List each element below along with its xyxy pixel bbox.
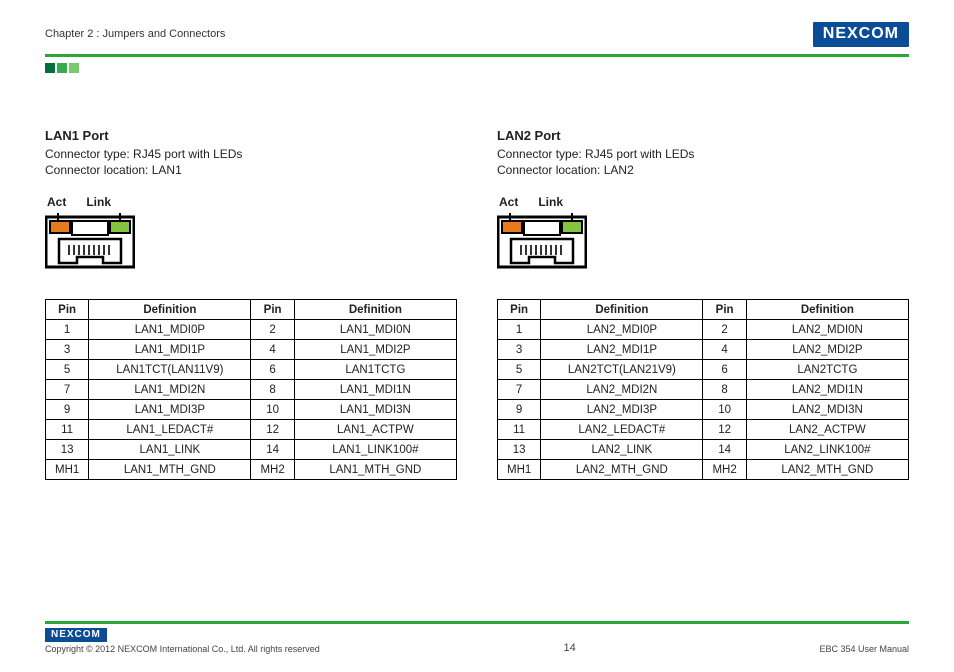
rj45-jack-icon (497, 211, 587, 271)
jack-label-act: Act (499, 195, 518, 209)
page-footer: NEXCOM Copyright © 2012 NEXCOM Internati… (45, 621, 909, 654)
pin-definition-table: Pin Definition Pin Definition 1 LAN2_MDI… (497, 299, 909, 480)
header-rule (45, 54, 909, 57)
port-title: LAN2 Port (497, 128, 909, 143)
brand-logo: NEXCOM (813, 22, 909, 47)
lan1-column: LAN1 Port Connector type: RJ45 port with… (45, 128, 457, 480)
table-row: 5 LAN1TCT(LAN11V9) 6 LAN1TCTG (46, 360, 457, 380)
connector-location: Connector location: LAN1 (45, 163, 457, 177)
connector-type: Connector type: RJ45 port with LEDs (497, 147, 909, 161)
connector-type: Connector type: RJ45 port with LEDs (45, 147, 457, 161)
accent-squares (45, 63, 909, 73)
page-header: Chapter 2 : Jumpers and Connectors NEXCO… (45, 20, 909, 48)
footer-left: NEXCOM Copyright © 2012 NEXCOM Internati… (45, 628, 320, 654)
table-row: 11 LAN1_LEDACT# 12 LAN1_ACTPW (46, 420, 457, 440)
rj45-jack-icon (45, 211, 135, 271)
copyright-text: Copyright © 2012 NEXCOM International Co… (45, 644, 320, 654)
table-row: 1 LAN2_MDI0P 2 LAN2_MDI0N (498, 320, 909, 340)
port-title: LAN1 Port (45, 128, 457, 143)
manual-name: EBC 354 User Manual (819, 644, 909, 654)
table-row: 3 LAN2_MDI1P 4 LAN2_MDI2P (498, 340, 909, 360)
table-row: 13 LAN1_LINK 14 LAN1_LINK100# (46, 440, 457, 460)
page-number: 14 (320, 642, 820, 654)
chapter-title: Chapter 2 : Jumpers and Connectors (45, 28, 225, 40)
pin-definition-table: Pin Definition Pin Definition 1 LAN1_MDI… (45, 299, 457, 480)
footer-logo: NEXCOM (45, 628, 107, 642)
table-row: 9 LAN1_MDI3P 10 LAN1_MDI3N (46, 400, 457, 420)
table-row: MH1 LAN2_MTH_GND MH2 LAN2_MTH_GND (498, 460, 909, 480)
table-row: 1 LAN1_MDI0P 2 LAN1_MDI0N (46, 320, 457, 340)
jack-label-link: Link (538, 195, 563, 209)
table-row: 5 LAN2TCT(LAN21V9) 6 LAN2TCTG (498, 360, 909, 380)
table-row: 3 LAN1_MDI1P 4 LAN1_MDI2P (46, 340, 457, 360)
table-row: 9 LAN2_MDI3P 10 LAN2_MDI3N (498, 400, 909, 420)
table-row: MH1 LAN1_MTH_GND MH2 LAN1_MTH_GND (46, 460, 457, 480)
content-columns: LAN1 Port Connector type: RJ45 port with… (45, 128, 909, 480)
table-row: 11 LAN2_LEDACT# 12 LAN2_ACTPW (498, 420, 909, 440)
table-row: 13 LAN2_LINK 14 LAN2_LINK100# (498, 440, 909, 460)
jack-label-link: Link (86, 195, 111, 209)
lan2-column: LAN2 Port Connector type: RJ45 port with… (497, 128, 909, 480)
table-row: 7 LAN1_MDI2N 8 LAN1_MDI1N (46, 380, 457, 400)
table-row: 7 LAN2_MDI2N 8 LAN2_MDI1N (498, 380, 909, 400)
jack-label-act: Act (47, 195, 66, 209)
connector-location: Connector location: LAN2 (497, 163, 909, 177)
